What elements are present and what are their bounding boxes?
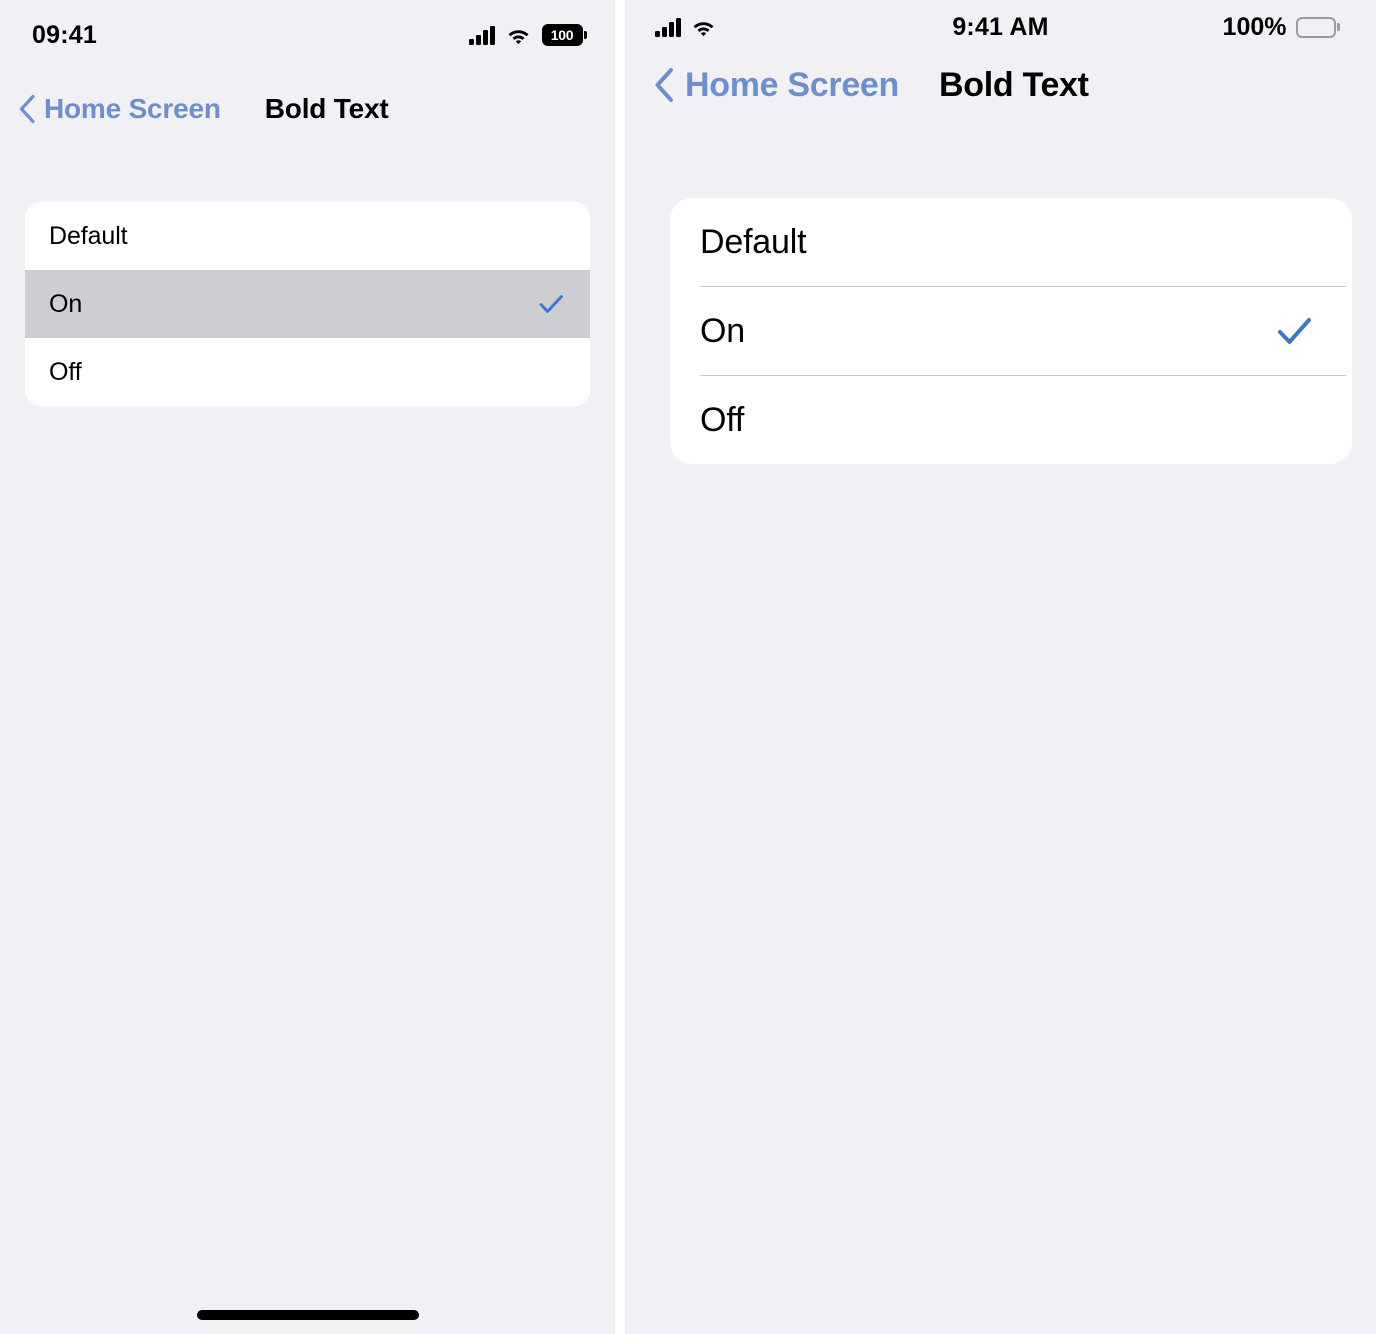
option-label: Off — [49, 357, 82, 386]
wifi-icon — [506, 26, 531, 45]
page-title: Bold Text — [264, 93, 389, 124]
chevron-left-icon — [655, 68, 673, 102]
option-row-off[interactable]: Off — [25, 338, 590, 406]
home-indicator — [196, 1310, 419, 1320]
battery-percent-label: 100% — [1222, 12, 1287, 41]
cellular-signal-icon — [655, 17, 681, 37]
status-bar-left — [655, 17, 1223, 37]
option-label: Default — [49, 221, 128, 250]
status-bar-clock: 09:41 — [32, 20, 97, 49]
back-button[interactable]: Home Screen — [18, 93, 221, 125]
battery-nub — [1337, 23, 1340, 31]
checkmark-icon — [536, 289, 566, 319]
option-label: On — [700, 311, 745, 350]
page-title: Bold Text — [939, 65, 1089, 104]
option-label: Off — [700, 400, 745, 439]
back-button-label: Home Screen — [44, 93, 221, 124]
battery-level-label: 100 — [550, 27, 574, 43]
battery-nub — [584, 31, 587, 39]
left-phone-panel: 09:41 100 Home Screen Bold Text Default … — [0, 0, 615, 1334]
options-card: Default On Off — [670, 198, 1352, 464]
comparison-stage: 09:41 100 Home Screen Bold Text Default … — [0, 0, 1376, 1334]
back-button[interactable]: Home Screen — [653, 66, 899, 105]
chevron-left-icon — [19, 94, 35, 124]
navigation-bar: Home Screen Bold Text — [18, 88, 389, 130]
status-bar-left: 09:41 — [32, 21, 469, 50]
status-bar: 09:41 100 — [0, 0, 615, 70]
battery-icon — [1295, 16, 1340, 38]
option-label: On — [49, 289, 83, 318]
option-label: Default — [700, 222, 807, 261]
options-card: Default On Off — [25, 202, 590, 406]
checkmark-icon — [1272, 309, 1316, 353]
status-bar: 9:41 AM 100% — [625, 0, 1376, 54]
navigation-bar: Home Screen Bold Text — [653, 62, 1089, 108]
panel-divider — [615, 0, 625, 1334]
option-row-on[interactable]: On — [670, 287, 1352, 375]
option-row-default[interactable]: Default — [670, 198, 1352, 286]
back-button-label: Home Screen — [685, 65, 900, 104]
right-phone-panel: 9:41 AM 100% Home Screen Bold Text Defau… — [625, 0, 1376, 1334]
option-row-on[interactable]: On — [25, 270, 590, 338]
status-bar-right: 100% — [1223, 13, 1340, 42]
wifi-icon — [691, 18, 716, 37]
option-row-default[interactable]: Default — [25, 202, 590, 270]
battery-icon: 100 — [541, 24, 587, 46]
option-row-off[interactable]: Off — [670, 376, 1352, 464]
status-bar-right: 100 — [469, 24, 587, 46]
cellular-signal-icon — [469, 25, 495, 45]
